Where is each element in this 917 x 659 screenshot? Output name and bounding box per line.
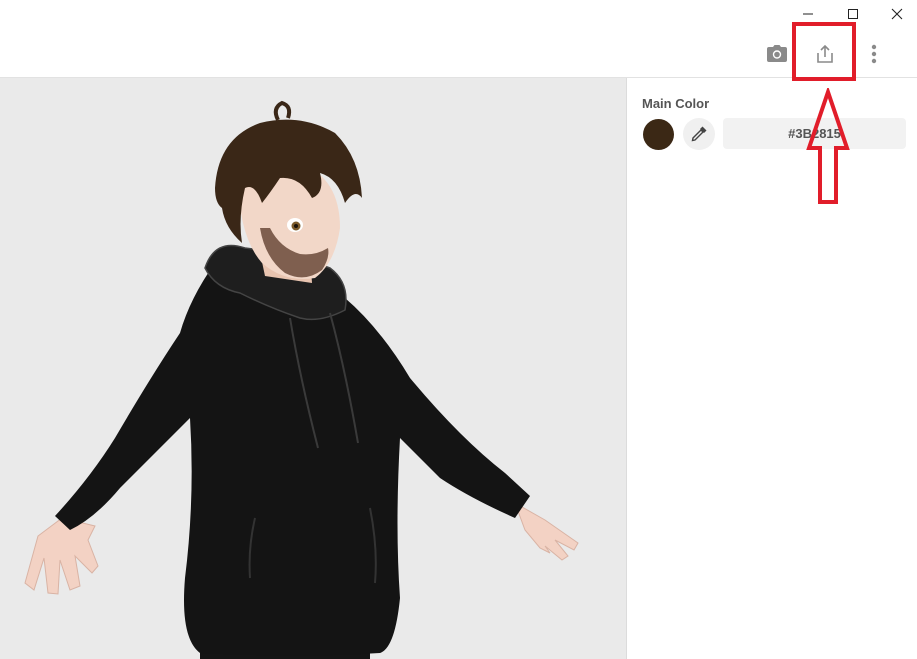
highlight-box (792, 22, 856, 81)
maximize-icon (848, 9, 858, 19)
screenshot-button[interactable] (763, 40, 791, 68)
main-color-swatch[interactable] (643, 119, 674, 150)
eyedropper-icon (691, 126, 707, 142)
annotation-arrow (806, 88, 850, 204)
minimize-icon (803, 13, 813, 15)
more-options-button[interactable] (860, 40, 888, 68)
more-vertical-icon (871, 44, 877, 64)
camera-icon (767, 45, 787, 62)
close-icon (891, 8, 903, 20)
main-color-label: Main Color (642, 96, 710, 111)
eyedropper-button[interactable] (683, 118, 715, 150)
avatar-viewport[interactable] (0, 78, 626, 659)
color-panel: Main Color #3B2815 (626, 78, 917, 659)
close-button[interactable] (875, 0, 917, 28)
avatar-model (24, 100, 579, 659)
